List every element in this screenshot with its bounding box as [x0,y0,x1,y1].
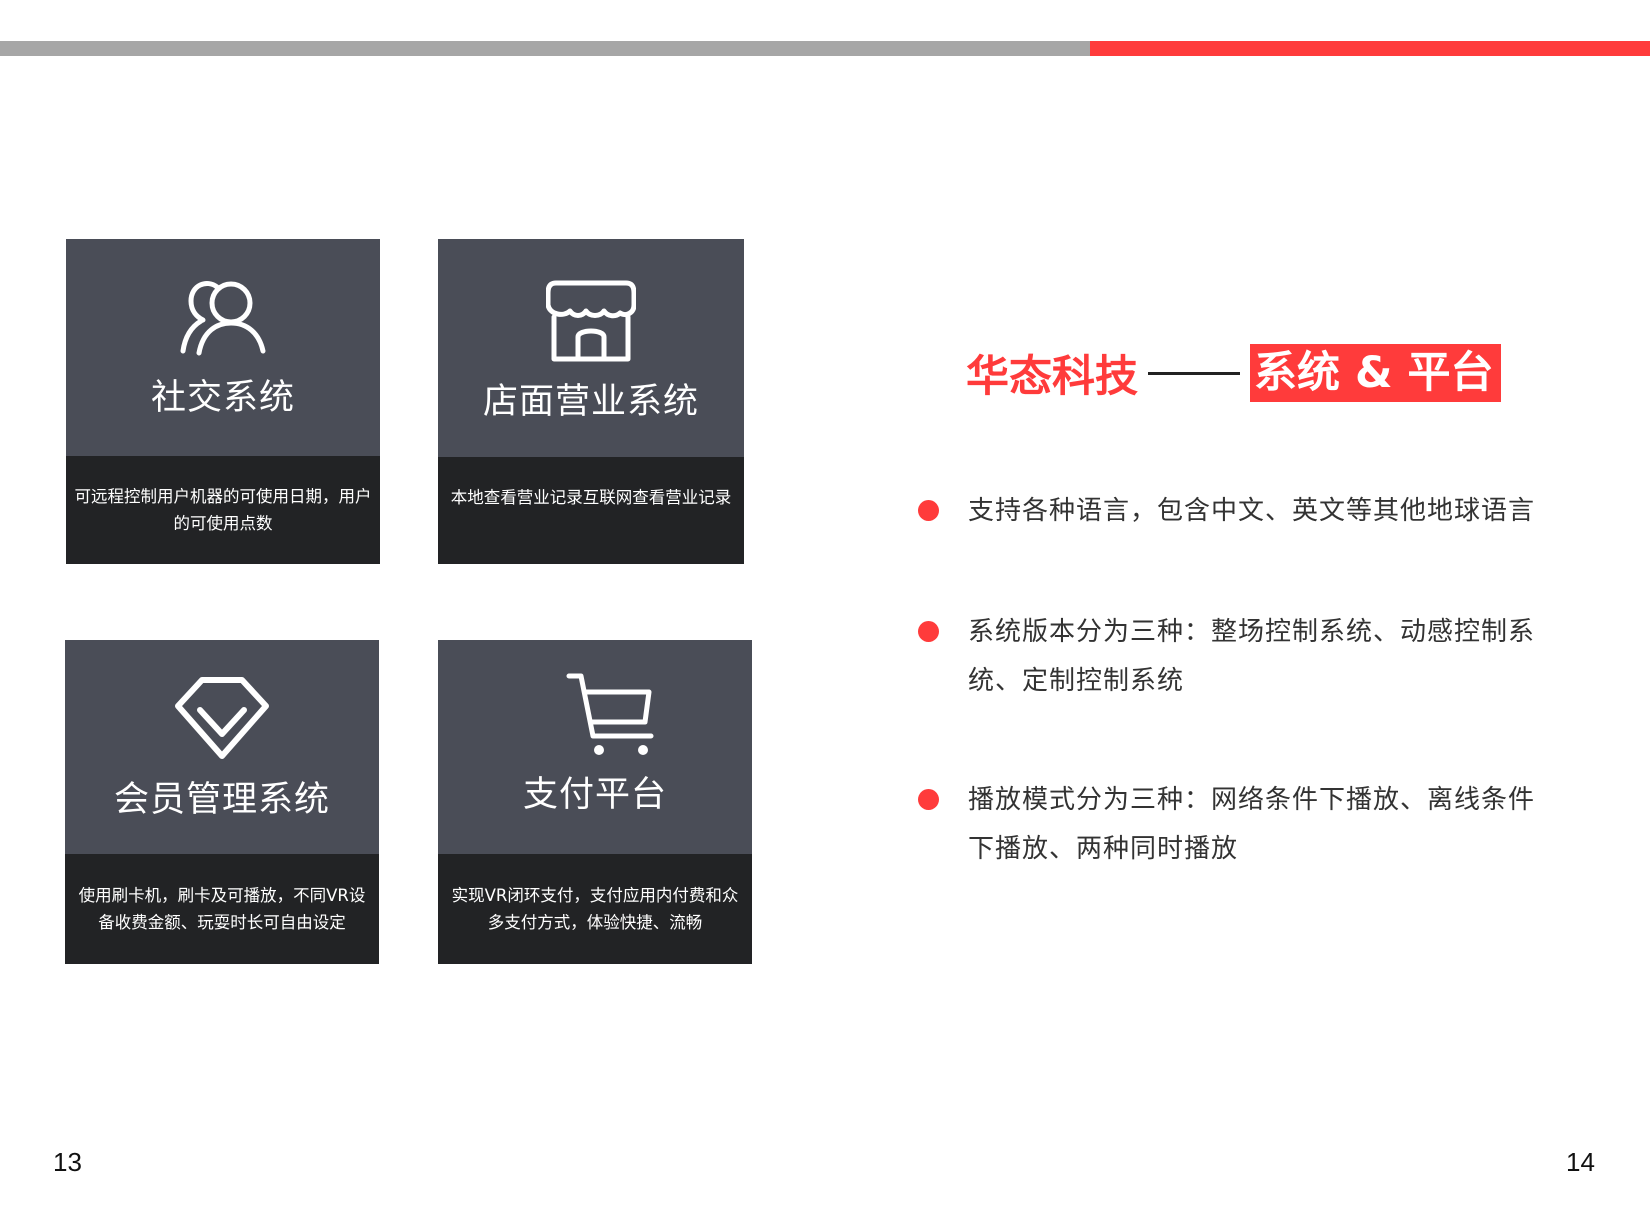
headline-brand: 华态科技 [966,352,1138,402]
page-number-right: 14 [1566,1147,1595,1177]
headline-highlight: 系统 & 平台 [1250,344,1502,402]
card-member-system: 会员管理系统 使用刷卡机，刷卡及可播放，不同VR设备收费金额、玩耍时长可自由设定 [65,640,379,964]
card-description: 使用刷卡机，刷卡及可播放，不同VR设备收费金额、玩耍时长可自由设定 [65,854,379,964]
card-header: 店面营业系统 [438,239,744,457]
diamond-v-icon [175,677,269,759]
card-description: 实现VR闭环支付，支付应用内付费和众多支付方式，体验快捷、流畅 [438,854,752,964]
bullet-dot [918,621,939,642]
bullet-dot [918,500,939,521]
bullet-item: 支持各种语言，包含中文、英文等其他地球语言 [918,487,1558,536]
bullet-item: 系统版本分为三种：整场控制系统、动感控制系统、定制控制系统 [918,608,1558,706]
card-description: 可远程控制用户机器的可使用日期，用户的可使用点数 [66,456,380,564]
card-payment-platform: 支付平台 实现VR闭环支付，支付应用内付费和众多支付方式，体验快捷、流畅 [438,640,752,964]
bullet-text: 支持各种语言，包含中文、英文等其他地球语言 [968,496,1536,526]
headline-dash [1148,371,1240,375]
bullet-text: 系统版本分为三种：整场控制系统、动感控制系统、定制控制系统 [968,617,1536,696]
card-description: 本地查看营业记录互联网查看营业记录 [438,457,744,564]
storefront-icon [546,280,636,362]
shopping-cart-icon [566,673,654,755]
card-title: 会员管理系统 [113,780,330,820]
card-social-system: 社交系统 可远程控制用户机器的可使用日期，用户的可使用点数 [66,239,380,564]
bullet-text: 播放模式分为三种：网络条件下播放、离线条件下播放、两种同时播放 [968,785,1536,864]
users-icon [180,281,266,356]
bullet-dot [918,789,939,810]
card-header: 会员管理系统 [65,640,379,854]
card-header: 支付平台 [438,640,752,854]
page-number-left: 13 [53,1147,82,1177]
bullet-item: 播放模式分为三种：网络条件下播放、离线条件下播放、两种同时播放 [918,776,1558,874]
card-title: 支付平台 [522,775,667,815]
card-header: 社交系统 [66,239,380,456]
headline: 华态科技 系统 & 平台 [966,344,1502,402]
card-title: 店面营业系统 [482,382,699,422]
top-bar-gray [0,41,1090,56]
card-title: 社交系统 [150,378,295,418]
card-store-system: 店面营业系统 本地查看营业记录互联网查看营业记录 [438,239,744,564]
top-bar-red [1090,41,1650,56]
